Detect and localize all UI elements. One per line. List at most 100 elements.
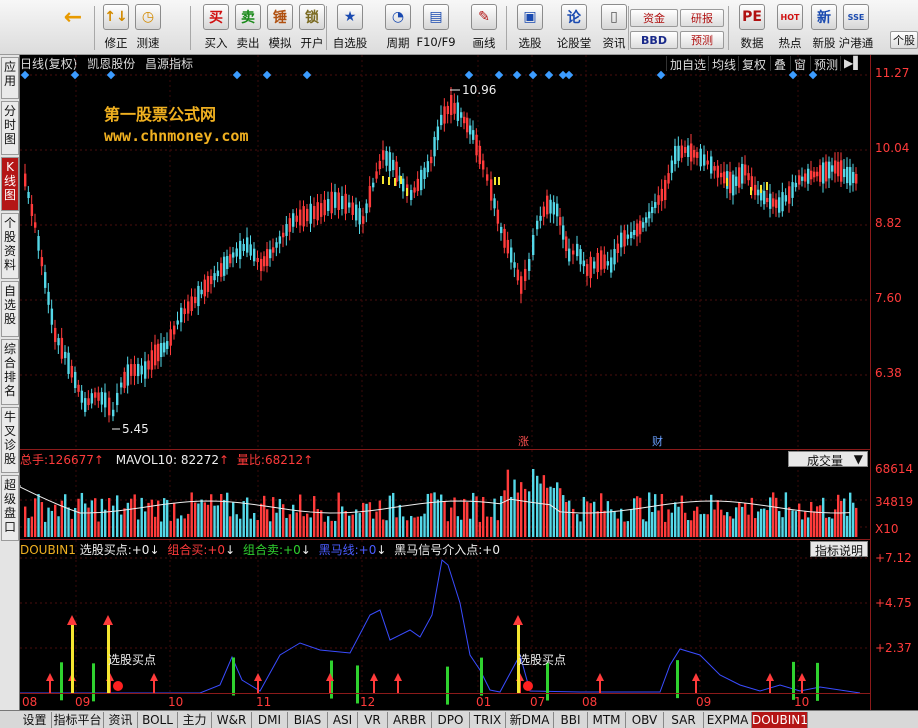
- volume-bar: [269, 521, 272, 537]
- volume-bar: [565, 501, 568, 537]
- left-tab-5[interactable]: 综合排名: [1, 339, 19, 405]
- toolbar-button-0[interactable]: ↑↓ 修正: [98, 4, 134, 52]
- bottom-tab-16[interactable]: OBV: [626, 712, 664, 728]
- toolbar-button-3[interactable]: 卖卖出: [230, 4, 266, 52]
- candle-body: [137, 363, 140, 377]
- volume-bar: [466, 502, 469, 537]
- toolbar-button-11[interactable]: 论论股堂: [556, 4, 592, 52]
- volume-bar: [490, 516, 493, 537]
- bottom-tab-8[interactable]: ASI: [328, 712, 358, 728]
- bottom-tab-0[interactable]: 设置: [18, 712, 52, 728]
- signal-diamond-icon: [70, 70, 80, 80]
- left-tab-7[interactable]: 超级盘口: [1, 475, 19, 541]
- indicator-header: DOUBIN1 选股买点:+0↓ 组合买:+0↓ 组合卖:+0↓ 黑马线:+0↓…: [20, 541, 500, 557]
- bottom-tab-9[interactable]: VR: [358, 712, 388, 728]
- bottom-tab-6[interactable]: DMI: [252, 712, 288, 728]
- volume-bar: [309, 517, 312, 537]
- volume-indicator-select[interactable]: 成交量 ▼: [788, 451, 868, 468]
- toolbar-button-13[interactable]: PE 数据: [734, 4, 770, 52]
- candle-body: [272, 247, 275, 253]
- toolbar-label-15: 新股: [812, 36, 836, 50]
- candle-body: [710, 156, 713, 174]
- bottom-tab-12[interactable]: TRIX: [470, 712, 506, 728]
- bottom-tab-1[interactable]: 指标平台: [52, 712, 104, 728]
- bbd-button[interactable]: BBD: [630, 31, 678, 49]
- volume-bar: [239, 518, 242, 537]
- candle-body: [57, 338, 60, 346]
- left-tab-3[interactable]: 个股资料: [1, 213, 19, 279]
- bottom-tab-10[interactable]: ARBR: [388, 712, 432, 728]
- volume-bar: [223, 499, 226, 537]
- left-tab-2[interactable]: K线图: [1, 157, 19, 211]
- toolbar-button-1[interactable]: ◷ 测速: [130, 4, 166, 52]
- zijin-button[interactable]: 资金: [630, 9, 678, 27]
- toolbar-button-7[interactable]: ◔ 周期: [380, 4, 416, 52]
- left-tab-6[interactable]: 牛叉诊股: [1, 407, 19, 473]
- volume-bar: [630, 509, 633, 537]
- candle-body: [843, 168, 846, 178]
- volume-bar: [807, 517, 810, 537]
- volume-bar: [772, 492, 775, 537]
- indicator-explain-button[interactable]: 指标说明: [810, 541, 868, 558]
- bottom-tab-7[interactable]: BIAS: [288, 712, 328, 728]
- candle-body: [253, 248, 256, 262]
- kline-chart-area[interactable]: 日线(复权) 凯恩股份 昌源指标 加自选 均线 复权叠窗预测 ▶▌ 第一股票公式网 w…: [20, 55, 918, 710]
- bottom-tab-17[interactable]: SAR: [664, 712, 704, 728]
- volume-bar: [194, 502, 197, 537]
- bottom-tab-2[interactable]: 资讯: [104, 712, 138, 728]
- yanbao-button[interactable]: 研报: [680, 9, 724, 27]
- candle-body: [674, 145, 677, 165]
- bottom-tab-18[interactable]: EXPMA: [704, 712, 752, 728]
- bottom-tab-19[interactable]: DOUBIN1: [752, 712, 808, 728]
- toolbar-button-12[interactable]: ▯ 资讯: [596, 4, 632, 52]
- left-tab-4[interactable]: 自选股: [1, 281, 19, 337]
- volume-bar: [613, 511, 616, 537]
- toolbar-icon-14: HOT: [777, 4, 803, 30]
- back-button[interactable]: ←: [58, 4, 88, 52]
- candle-body: [579, 249, 582, 265]
- yuce-button[interactable]: 预测: [680, 31, 724, 49]
- total-label: 总手:: [20, 453, 49, 467]
- bottom-tab-15[interactable]: MTM: [588, 712, 626, 728]
- candle-body: [582, 260, 586, 267]
- candle-body: [482, 160, 485, 170]
- toolbar-button-6[interactable]: ★ 自选股: [332, 4, 368, 52]
- toolbar-button-8[interactable]: ▤ F10/F9: [416, 4, 456, 52]
- toolbar-icon-6: ★: [337, 4, 363, 30]
- volume-bar: [320, 510, 323, 537]
- toolbar-button-9[interactable]: ✎ 画线: [466, 4, 502, 52]
- bottom-tab-14[interactable]: BBI: [554, 712, 588, 728]
- bottom-tab-4[interactable]: 主力: [178, 712, 212, 728]
- candle-body: [542, 206, 546, 217]
- candle-body: [680, 145, 684, 158]
- left-tab-0[interactable]: 应用: [1, 57, 19, 99]
- toolbar-button-14[interactable]: HOT 热点: [772, 4, 808, 52]
- toolbar-button-16[interactable]: SSE 沪港通: [838, 4, 874, 52]
- toolbar-button-4[interactable]: 锤模拟: [262, 4, 298, 52]
- candle-body: [772, 198, 775, 207]
- candle-body: [54, 327, 57, 343]
- left-tab-1[interactable]: 分时图: [1, 101, 19, 155]
- volume-bar: [636, 496, 639, 537]
- toolbar-button-10[interactable]: ▣ 选股: [512, 4, 548, 52]
- bottom-tab-5[interactable]: W&R: [212, 712, 252, 728]
- volume-bar: [235, 514, 238, 537]
- toolbar-button-2[interactable]: 买买入: [198, 4, 234, 52]
- bottom-tab-11[interactable]: DPO: [432, 712, 470, 728]
- bottom-tab-3[interactable]: BOLL: [138, 712, 178, 728]
- kline-svg[interactable]: 10.96 5.45 涨 财选股买点 选股买点: [20, 55, 870, 710]
- zuhe-sell-bar: [232, 657, 235, 696]
- signal-diamond-icon: [544, 70, 554, 80]
- candle-body: [513, 262, 516, 268]
- candle-body: [220, 263, 223, 277]
- candle-body: [699, 148, 702, 167]
- toolbar-button-15[interactable]: 新新股: [806, 4, 842, 52]
- signal-diamond-icon: [232, 70, 242, 80]
- volume-bar: [506, 469, 510, 537]
- volume-bar: [406, 520, 409, 537]
- bottom-tab-13[interactable]: 新DMA: [506, 712, 554, 728]
- geren-button[interactable]: 个股: [890, 31, 918, 49]
- toolbar-label-3: 卖出: [236, 36, 260, 50]
- candle-body: [295, 215, 298, 222]
- toolbar-button-5[interactable]: 锁开户: [294, 4, 330, 52]
